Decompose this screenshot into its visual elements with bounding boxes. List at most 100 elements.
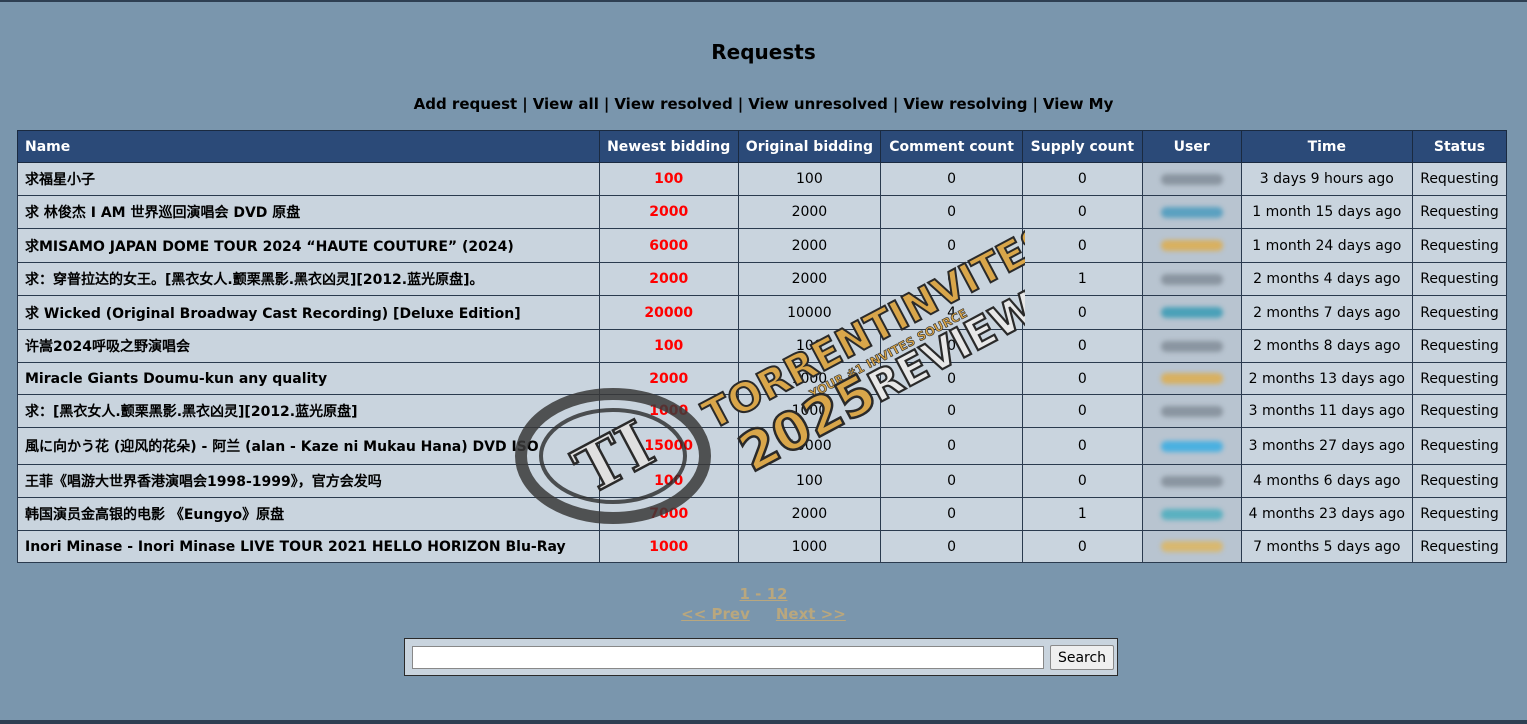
user-name[interactable] bbox=[1141, 427, 1242, 465]
comment-count-value: 0 bbox=[880, 162, 1023, 196]
user-name[interactable] bbox=[1141, 497, 1242, 531]
view-resolved-link[interactable]: View resolved bbox=[614, 95, 732, 113]
time-value: 2 months 8 days ago bbox=[1240, 329, 1413, 363]
time-value: 2 months 13 days ago bbox=[1240, 362, 1413, 395]
time-value: 1 month 24 days ago bbox=[1240, 228, 1413, 263]
status-value: Requesting bbox=[1411, 329, 1508, 363]
status-value: Requesting bbox=[1411, 427, 1508, 465]
nav-separator: | bbox=[737, 95, 744, 113]
newest-bidding-value: 2000 bbox=[598, 195, 739, 229]
table-row: 韩国演员金高银的电影 《Eungyo》原盘 7000 2000 0 1 4 months … bbox=[17, 497, 1508, 531]
prev-page-link[interactable]: << Prev bbox=[681, 605, 750, 623]
supply-count-value: 0 bbox=[1021, 295, 1143, 330]
search-input[interactable] bbox=[412, 646, 1044, 669]
comment-count-value: 4 bbox=[880, 295, 1023, 330]
bottom-border bbox=[0, 720, 1527, 724]
col-header-status[interactable]: Status bbox=[1411, 130, 1508, 163]
user-name[interactable] bbox=[1141, 394, 1242, 428]
status-value: Requesting bbox=[1411, 362, 1508, 395]
blurred-username bbox=[1160, 475, 1223, 487]
user-name[interactable] bbox=[1141, 464, 1242, 498]
table-row: Inori Minase - Inori Minase LIVE TOUR 20… bbox=[17, 530, 1508, 563]
request-name-link[interactable]: Inori Minase - Inori Minase LIVE TOUR 20… bbox=[17, 530, 600, 563]
request-name-link[interactable]: 求：[黑衣女人.颤栗黑影.黑衣凶灵][2012.蓝光原盘] bbox=[17, 394, 600, 428]
user-name[interactable] bbox=[1141, 228, 1242, 263]
comment-count-value: 0 bbox=[880, 394, 1023, 428]
blurred-username bbox=[1160, 273, 1223, 285]
blurred-username bbox=[1160, 206, 1223, 218]
table-row: 求福星小子 100 100 0 0 3 days 9 hours ago Requestin… bbox=[17, 162, 1508, 196]
time-value: 1 month 15 days ago bbox=[1240, 195, 1413, 229]
status-value: Requesting bbox=[1411, 394, 1508, 428]
status-value: Requesting bbox=[1411, 497, 1508, 531]
col-header-supply-count[interactable]: Supply count bbox=[1021, 130, 1143, 163]
user-name[interactable] bbox=[1141, 530, 1242, 563]
next-page-link[interactable]: Next >> bbox=[776, 605, 846, 623]
status-value: Requesting bbox=[1411, 295, 1508, 330]
view-unresolved-link[interactable]: View unresolved bbox=[748, 95, 888, 113]
original-bidding-value: 2000 bbox=[737, 195, 882, 229]
supply-count-value: 0 bbox=[1021, 530, 1143, 563]
search-button[interactable]: Search bbox=[1050, 645, 1114, 670]
comment-count-value: 0 bbox=[880, 329, 1023, 363]
comment-count-value: 0 bbox=[880, 195, 1023, 229]
supply-count-value: 0 bbox=[1021, 162, 1143, 196]
request-name-link[interactable]: 求：穿普拉达的女王。[黑衣女人.颤栗黑影.黑衣凶灵][2012.蓝光原盘]。 bbox=[17, 262, 600, 296]
col-header-newest-bidding[interactable]: Newest bidding bbox=[598, 130, 739, 163]
nav-separator: | bbox=[522, 95, 528, 113]
comment-count-value: 0 bbox=[880, 497, 1023, 531]
supply-count-value: 0 bbox=[1021, 394, 1143, 428]
col-header-user[interactable]: User bbox=[1141, 130, 1242, 163]
request-name-link[interactable]: 求福星小子 bbox=[17, 162, 600, 196]
supply-count-value: 0 bbox=[1021, 427, 1143, 465]
request-name-link[interactable]: 求 Wicked (Original Broadway Cast Recordi… bbox=[17, 295, 600, 330]
newest-bidding-value: 1000 bbox=[598, 530, 739, 563]
supply-count-value: 0 bbox=[1021, 329, 1143, 363]
col-header-comment-count[interactable]: Comment count bbox=[880, 130, 1023, 163]
supply-count-value: 0 bbox=[1021, 195, 1143, 229]
time-value: 2 months 4 days ago bbox=[1240, 262, 1413, 296]
request-name-link[interactable]: 王菲《唱游大世界香港演唱会1998-1999》，官方会发吗 bbox=[17, 464, 600, 498]
request-name-link[interactable]: 韩国演员金高银的电影 《Eungyo》原盘 bbox=[17, 497, 600, 531]
page-range-link[interactable]: 1 - 12 bbox=[740, 585, 788, 603]
comment-count-value: 0 bbox=[880, 427, 1023, 465]
comment-count-value: 0 bbox=[880, 262, 1023, 296]
table-row: 求 林俊杰 I AM 世界巡回演唱会 DVD 原盘 2000 2000 0 0 1 mon… bbox=[17, 195, 1508, 229]
user-name[interactable] bbox=[1141, 195, 1242, 229]
table-row: 王菲《唱游大世界香港演唱会1998-1999》，官方会发吗 100 100 0 0 4 m… bbox=[17, 464, 1508, 498]
original-bidding-value: 10000 bbox=[737, 295, 882, 330]
col-header-original-bidding[interactable]: Original bidding bbox=[737, 130, 882, 163]
user-name[interactable] bbox=[1141, 329, 1242, 363]
request-name-link[interactable]: 風に向かう花 (迎风的花朵) - 阿兰 (alan - Kaze ni Muka… bbox=[17, 427, 600, 465]
newest-bidding-value: 100 bbox=[598, 162, 739, 196]
comment-count-value: 0 bbox=[880, 228, 1023, 263]
request-name-link[interactable]: 求MISAMO JAPAN DOME TOUR 2024 “HAUTE COUT… bbox=[17, 228, 600, 263]
top-border bbox=[0, 0, 1527, 2]
newest-bidding-value: 100 bbox=[598, 329, 739, 363]
page-title: Requests bbox=[711, 40, 816, 64]
comment-count-value: 0 bbox=[880, 530, 1023, 563]
user-name[interactable] bbox=[1141, 295, 1242, 330]
original-bidding-value: 100 bbox=[737, 329, 882, 363]
col-header-name[interactable]: Name bbox=[17, 130, 600, 163]
table-row: 求MISAMO JAPAN DOME TOUR 2024 “HAUTE COUT… bbox=[17, 228, 1508, 263]
user-name[interactable] bbox=[1141, 262, 1242, 296]
view-all-link[interactable]: View all bbox=[533, 95, 599, 113]
supply-count-value: 0 bbox=[1021, 228, 1143, 263]
time-value: 7 months 5 days ago bbox=[1240, 530, 1413, 563]
view-my-link[interactable]: View My bbox=[1043, 95, 1113, 113]
request-name-link[interactable]: 许嵩2024呼吸之野演唱会 bbox=[17, 329, 600, 363]
newest-bidding-value: 100 bbox=[598, 464, 739, 498]
blurred-username bbox=[1160, 508, 1223, 520]
user-name[interactable] bbox=[1141, 162, 1242, 196]
blurred-username bbox=[1160, 173, 1223, 185]
blurred-username bbox=[1160, 440, 1223, 452]
add-request-link[interactable]: Add request bbox=[414, 95, 518, 113]
view-resolving-link[interactable]: View resolving bbox=[903, 95, 1027, 113]
user-name[interactable] bbox=[1141, 362, 1242, 395]
time-value: 3 months 27 days ago bbox=[1240, 427, 1413, 465]
col-header-time[interactable]: Time bbox=[1240, 130, 1413, 163]
blurred-username bbox=[1160, 373, 1223, 384]
request-name-link[interactable]: 求 林俊杰 I AM 世界巡回演唱会 DVD 原盘 bbox=[17, 195, 600, 229]
request-name-link[interactable]: Miracle Giants Doumu-kun any quality bbox=[17, 362, 600, 395]
